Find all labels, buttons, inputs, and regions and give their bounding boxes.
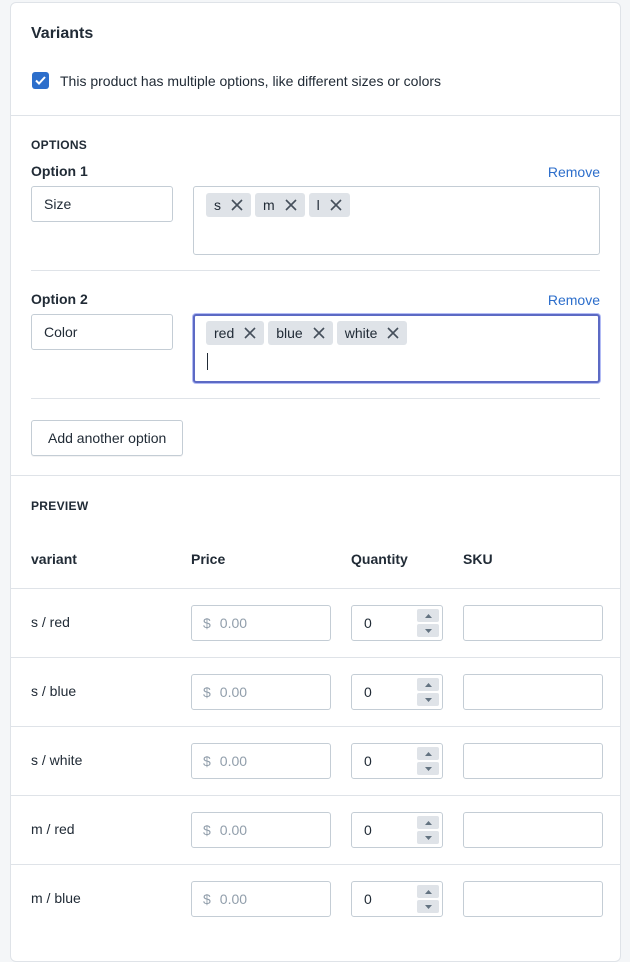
quantity-stepper[interactable]: 0 — [351, 743, 443, 779]
option-value-tag: white — [336, 321, 408, 345]
preview-heading: PREVIEW — [31, 499, 89, 513]
close-icon[interactable] — [383, 323, 403, 343]
column-header-price: Price — [191, 551, 226, 567]
option-1-values-input[interactable]: s m l — [193, 186, 600, 255]
option-divider — [31, 270, 600, 271]
tag-label: white — [344, 325, 378, 341]
quantity-value: 0 — [364, 615, 372, 631]
sku-input[interactable] — [463, 881, 603, 917]
option-1-name-input[interactable]: Size — [31, 186, 173, 222]
decrement-icon[interactable] — [417, 900, 439, 913]
text-cursor — [207, 353, 208, 370]
increment-icon[interactable] — [417, 885, 439, 898]
add-another-option-button[interactable]: Add another option — [31, 420, 184, 456]
increment-icon[interactable] — [417, 609, 439, 622]
sku-input[interactable] — [463, 812, 603, 848]
price-placeholder: 0.00 — [219, 615, 248, 631]
decrement-icon[interactable] — [417, 624, 439, 637]
variants-title: Variants — [31, 25, 94, 42]
price-placeholder: 0.00 — [219, 684, 248, 700]
option-2-name-input[interactable]: Color — [31, 314, 173, 350]
variant-name: s / red — [31, 614, 70, 630]
option-value-tag: s — [206, 193, 251, 217]
price-input[interactable]: $0.00 — [191, 743, 331, 779]
quantity-stepper[interactable]: 0 — [351, 812, 443, 848]
close-icon[interactable] — [240, 323, 260, 343]
multiple-options-checkbox-row[interactable]: This product has multiple options, like … — [32, 72, 441, 89]
close-icon[interactable] — [309, 323, 329, 343]
sku-input[interactable] — [463, 743, 603, 779]
sku-input[interactable] — [463, 605, 603, 641]
variant-name: m / blue — [31, 890, 81, 906]
close-icon[interactable] — [227, 195, 247, 215]
option-value-tag: l — [308, 193, 350, 217]
option-value-tag: blue — [268, 321, 333, 345]
column-header-quantity: Quantity — [351, 551, 408, 567]
section-divider — [11, 115, 620, 116]
quantity-value: 0 — [364, 684, 372, 700]
table-row: s / white $0.00 0 — [11, 726, 620, 795]
quantity-value: 0 — [364, 753, 372, 769]
option-value-tag: red — [206, 321, 265, 345]
quantity-value: 0 — [364, 822, 372, 838]
table-row: s / blue $0.00 0 — [11, 657, 620, 726]
price-placeholder: 0.00 — [219, 891, 248, 907]
decrement-icon[interactable] — [417, 693, 439, 706]
increment-icon[interactable] — [417, 678, 439, 691]
quantity-value: 0 — [364, 891, 372, 907]
currency-symbol: $ — [203, 891, 211, 907]
tag-label: l — [316, 197, 320, 213]
quantity-stepper[interactable]: 0 — [351, 881, 443, 917]
table-row: m / blue $0.00 0 — [11, 864, 620, 933]
tag-label: m — [263, 197, 275, 213]
quantity-stepper[interactable]: 0 — [351, 674, 443, 710]
variant-name: s / white — [31, 752, 83, 768]
currency-symbol: $ — [203, 822, 211, 838]
column-header-sku: SKU — [463, 551, 493, 567]
option-2-values-input[interactable]: red blue white — [193, 314, 600, 383]
option-divider — [31, 398, 600, 399]
option-2-remove-link[interactable]: Remove — [548, 292, 600, 308]
multiple-options-label: This product has multiple options, like … — [60, 72, 442, 89]
multiple-options-checkbox[interactable] — [32, 72, 49, 89]
increment-icon[interactable] — [417, 816, 439, 829]
decrement-icon[interactable] — [417, 831, 439, 844]
checkmark-icon — [35, 76, 46, 85]
variant-name: m / red — [31, 821, 75, 837]
section-divider — [11, 475, 620, 476]
column-header-variant: variant — [31, 551, 77, 567]
sku-input[interactable] — [463, 674, 603, 710]
tag-label: red — [214, 325, 235, 341]
currency-symbol: $ — [203, 753, 211, 769]
option-1-title: Option 1 — [31, 163, 88, 179]
price-placeholder: 0.00 — [219, 753, 248, 769]
variants-card: Variants This product has multiple optio… — [10, 2, 621, 962]
tag-label: blue — [276, 325, 303, 341]
price-input[interactable]: $0.00 — [191, 674, 331, 710]
currency-symbol: $ — [203, 684, 211, 700]
table-row: s / red $0.00 0 — [11, 588, 620, 657]
table-row: m / red $0.00 0 — [11, 795, 620, 864]
price-input[interactable]: $0.00 — [191, 881, 331, 917]
decrement-icon[interactable] — [417, 762, 439, 775]
quantity-stepper[interactable]: 0 — [351, 605, 443, 641]
close-icon[interactable] — [326, 195, 346, 215]
option-2-title: Option 2 — [31, 291, 88, 307]
price-input[interactable]: $0.00 — [191, 812, 331, 848]
option-value-tag: m — [255, 193, 305, 217]
increment-icon[interactable] — [417, 747, 439, 760]
tag-label: s — [214, 197, 221, 213]
price-placeholder: 0.00 — [219, 822, 248, 838]
price-input[interactable]: $0.00 — [191, 605, 331, 641]
close-icon[interactable] — [281, 195, 301, 215]
variant-name: s / blue — [31, 683, 77, 699]
currency-symbol: $ — [203, 615, 211, 631]
options-heading: OPTIONS — [31, 138, 88, 152]
option-1-remove-link[interactable]: Remove — [548, 164, 600, 180]
